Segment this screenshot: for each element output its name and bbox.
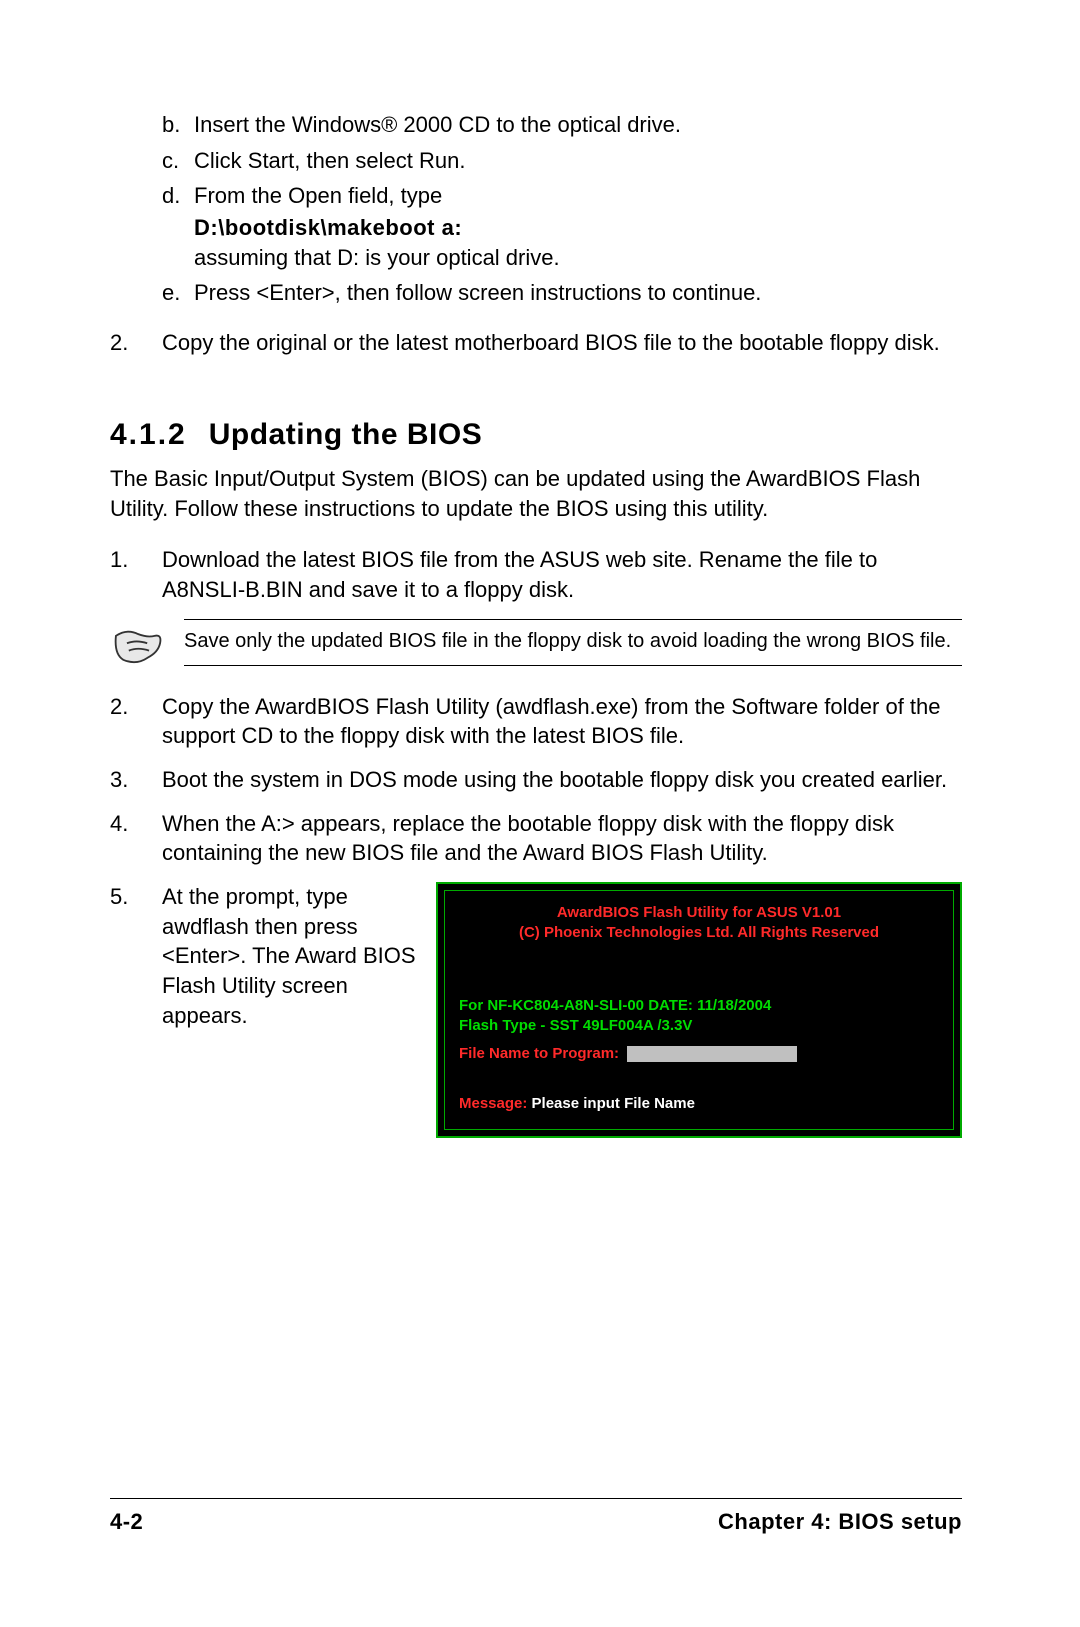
terminal-title: AwardBIOS Flash Utility for ASUS V1.01 (459, 903, 939, 923)
section-number: 4.1.2 (110, 418, 187, 451)
list-text: Boot the system in DOS mode using the bo… (162, 765, 962, 795)
list-item: b. Insert the Windows® 2000 CD to the op… (162, 110, 962, 140)
lettered-sublist: b. Insert the Windows® 2000 CD to the op… (162, 110, 962, 308)
terminal-message-text: Please input File Name (532, 1095, 695, 1112)
note-text: Save only the updated BIOS file in the f… (184, 619, 962, 666)
list-text: Copy the AwardBIOS Flash Utility (awdfla… (162, 692, 962, 751)
list-text: Insert the Windows® 2000 CD to the optic… (194, 110, 962, 140)
list-item: c. Click Start, then select Run. (162, 146, 962, 176)
terminal-prompt-label: File Name to Program: (459, 1045, 619, 1062)
list-marker: d. (162, 181, 194, 272)
page-number: 4-2 (110, 1509, 143, 1535)
list-item: 4. When the A:> appears, replace the boo… (110, 809, 962, 868)
list-marker: e. (162, 278, 194, 308)
list-text: From the Open field, type D:\bootdisk\ma… (194, 181, 962, 272)
list-item: 2. Copy the AwardBIOS Flash Utility (awd… (110, 692, 962, 751)
section-heading: 4.1.2 Updating the BIOS (110, 418, 962, 452)
list-text: Click Start, then select Run. (194, 146, 962, 176)
terminal-input-box (627, 1046, 797, 1062)
section-title: Updating the BIOS (209, 418, 483, 451)
list-item: d. From the Open field, type D:\bootdisk… (162, 181, 962, 272)
numbered-list-top: 2. Copy the original or the latest mothe… (110, 328, 962, 358)
numbered-list-main-cont: 2. Copy the AwardBIOS Flash Utility (awd… (110, 692, 962, 1138)
list-text: Download the latest BIOS file from the A… (162, 545, 962, 604)
list-marker: 1. (110, 545, 162, 604)
list-text: Copy the original or the latest motherbo… (162, 328, 962, 358)
note-block: Save only the updated BIOS file in the f… (110, 619, 962, 674)
list-marker: b. (162, 110, 194, 140)
terminal-message-row: Message: Please input File Name (459, 1094, 939, 1114)
note-hand-icon (110, 619, 184, 674)
list-marker: 2. (110, 692, 162, 751)
list-marker: 4. (110, 809, 162, 868)
list-item: e. Press <Enter>, then follow screen ins… (162, 278, 962, 308)
terminal-message-label: Message: (459, 1095, 527, 1112)
terminal-info: For NF-KC804-A8N-SLI-00 DATE: 11/18/2004 (459, 996, 939, 1016)
list-item: 2. Copy the original or the latest mothe… (110, 328, 962, 358)
intro-paragraph: The Basic Input/Output System (BIOS) can… (110, 464, 962, 523)
terminal-info: Flash Type - SST 49LF004A /3.3V (459, 1016, 939, 1036)
list-text: At the prompt, type awdflash then press … (162, 882, 422, 1030)
list-marker: 3. (110, 765, 162, 795)
command-text: D:\bootdisk\makeboot a: (194, 213, 962, 243)
list-item: 3. Boot the system in DOS mode using the… (110, 765, 962, 795)
list-marker: c. (162, 146, 194, 176)
list-marker: 2. (110, 328, 162, 358)
list-text: When the A:> appears, replace the bootab… (162, 809, 962, 868)
bios-terminal: AwardBIOS Flash Utility for ASUS V1.01 (… (436, 882, 962, 1138)
terminal-prompt-row: File Name to Program: (459, 1044, 939, 1064)
list-marker: 5. (110, 882, 162, 1138)
list-text-line: assuming that D: is your optical drive. (194, 243, 962, 273)
list-text-line: From the Open field, type (194, 181, 962, 211)
chapter-label: Chapter 4: BIOS setup (718, 1509, 962, 1535)
terminal-copyright: (C) Phoenix Technologies Ltd. All Rights… (459, 923, 939, 943)
page-footer: 4-2 Chapter 4: BIOS setup (110, 1498, 962, 1535)
list-text: Press <Enter>, then follow screen instru… (194, 278, 962, 308)
list-item: 5. At the prompt, type awdflash then pre… (110, 882, 962, 1138)
list-item: 1. Download the latest BIOS file from th… (110, 545, 962, 604)
numbered-list-main: 1. Download the latest BIOS file from th… (110, 545, 962, 604)
